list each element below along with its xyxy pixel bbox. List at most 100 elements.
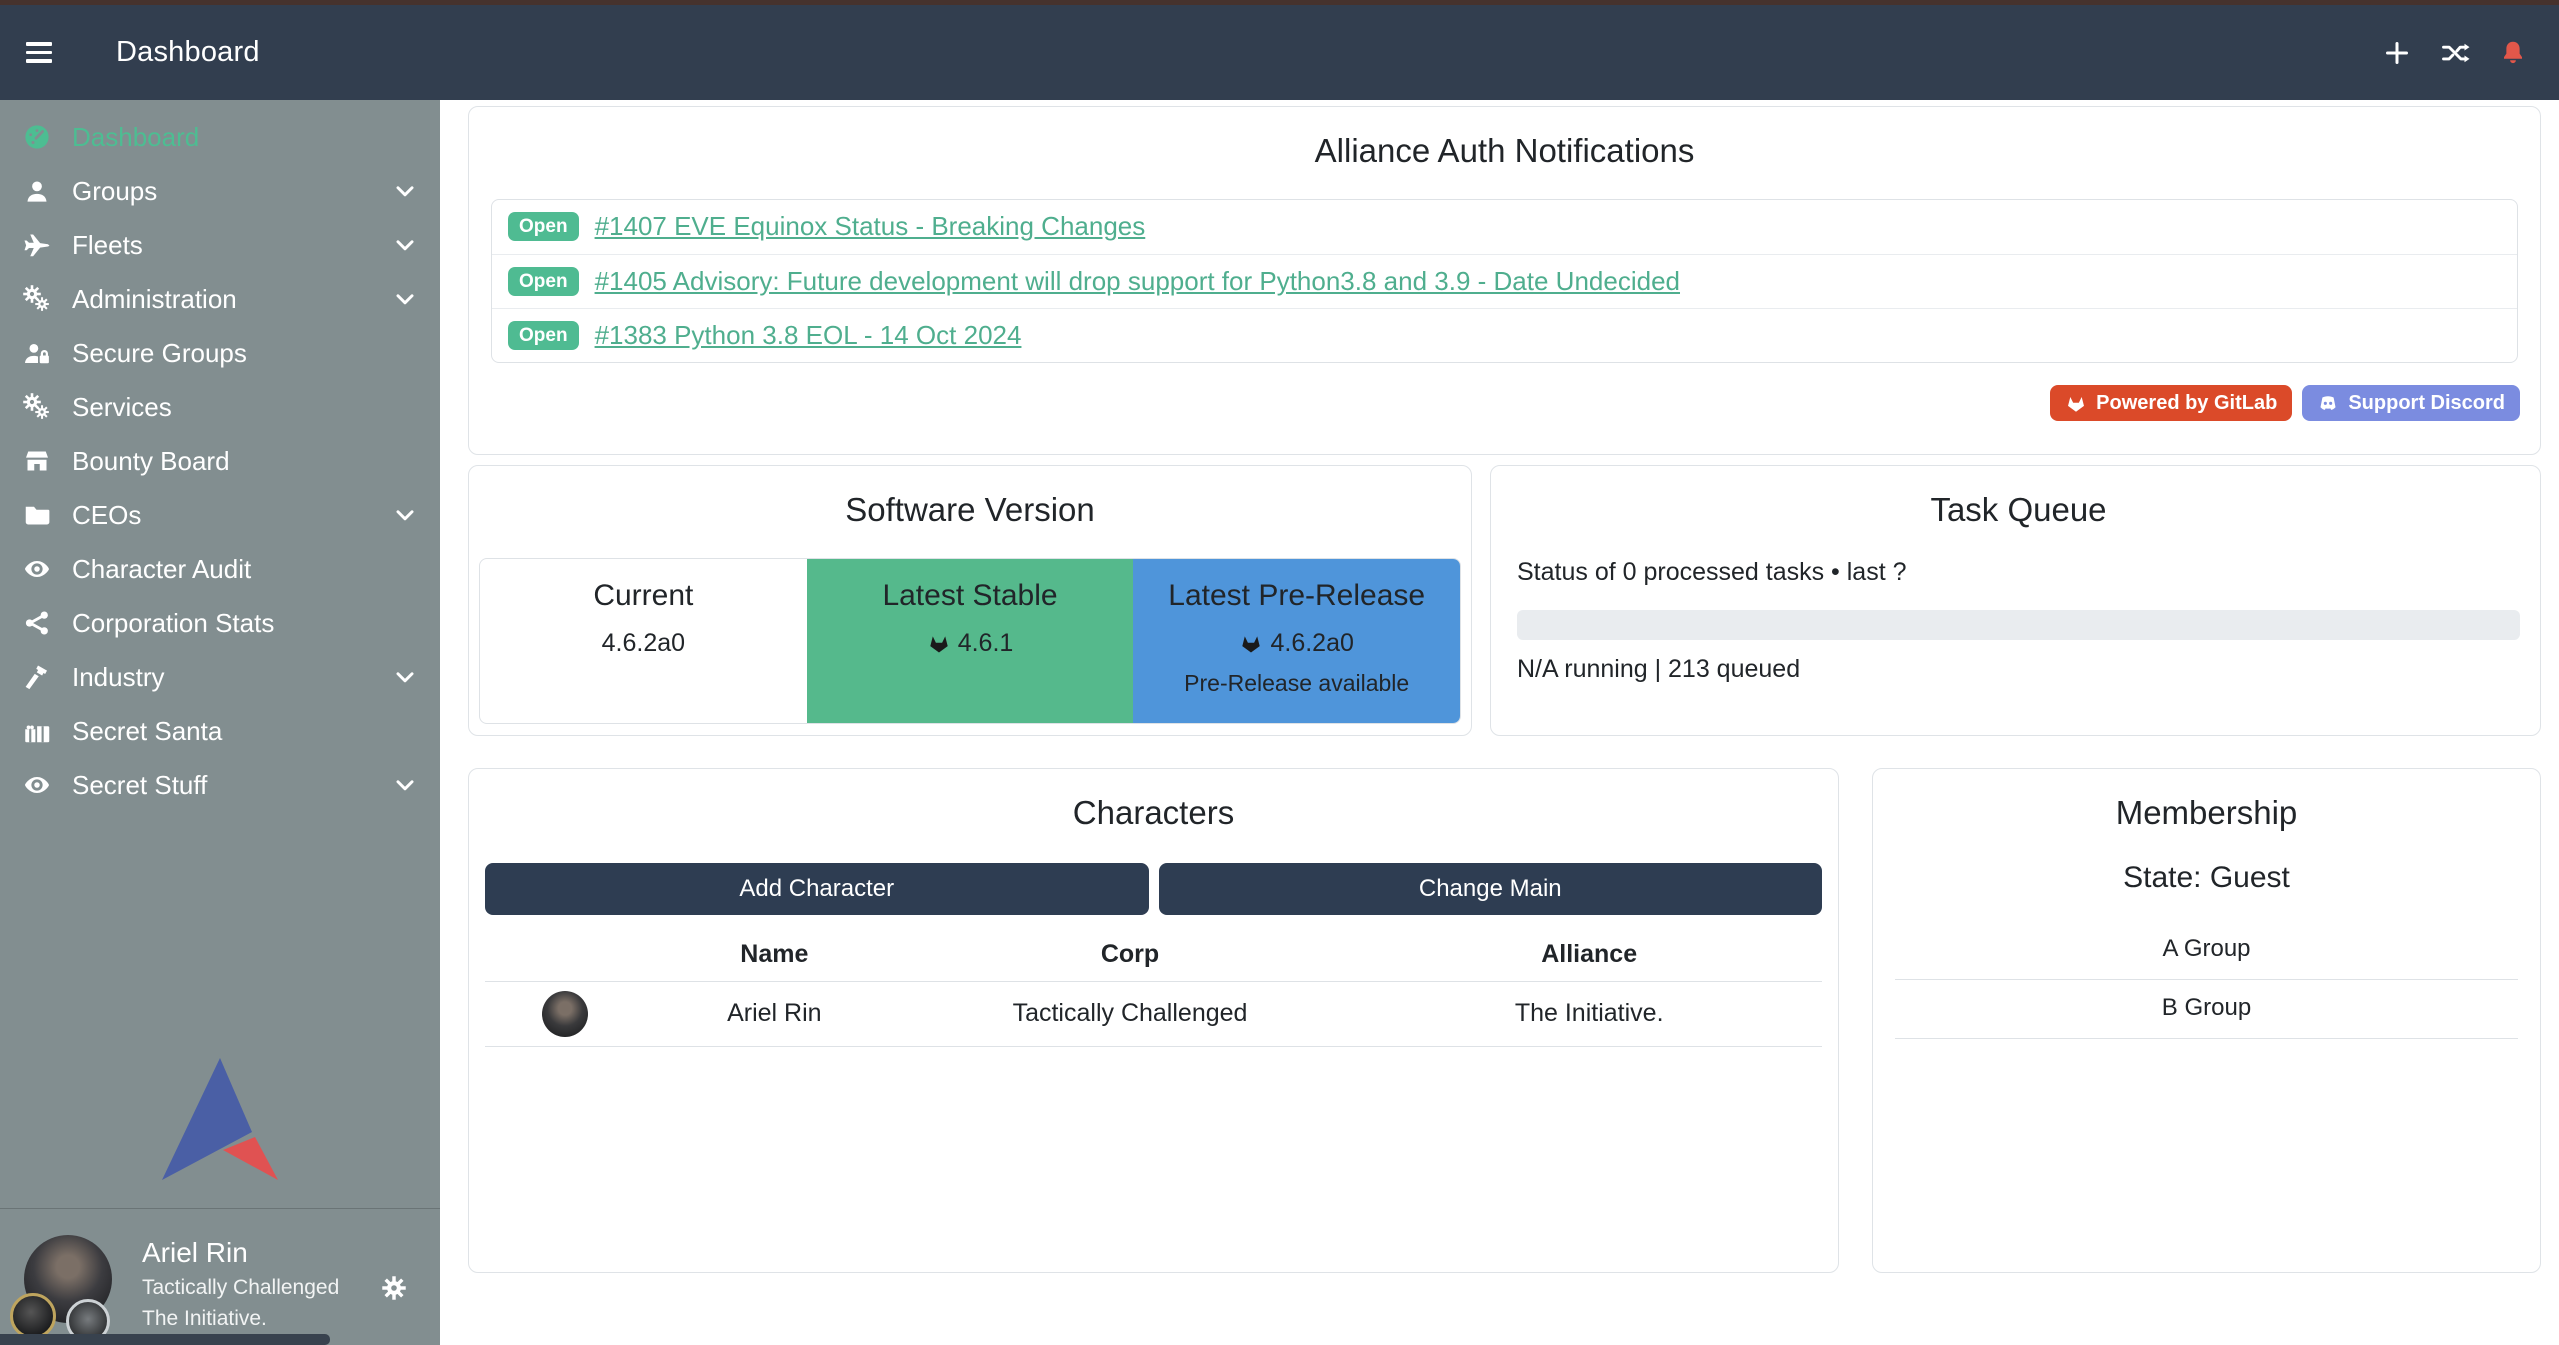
main-content: Alliance Auth Notifications Open #1407 E…	[440, 100, 2559, 1345]
membership-groups: A Group B Group	[1873, 921, 2540, 1039]
characters-title: Characters	[469, 793, 1838, 833]
column-corp: Corp	[904, 940, 1357, 969]
chevron-down-icon	[392, 286, 418, 312]
latest-prerelease-value[interactable]: 4.6.2a0	[1270, 629, 1353, 658]
membership-state: State: Guest	[1873, 861, 2540, 895]
latest-stable-cell: Latest Stable 4.6.1	[807, 559, 1134, 723]
sidebar-item-bounty-board[interactable]: Bounty Board	[0, 434, 440, 488]
membership-panel: Membership State: Guest A Group B Group	[1872, 768, 2541, 1273]
support-discord-badge[interactable]: Support Discord	[2302, 385, 2520, 421]
powered-by-gitlab-badge[interactable]: Powered by GitLab	[2050, 385, 2292, 421]
alliance-auth-logo	[160, 1056, 280, 1182]
chevron-down-icon	[392, 178, 418, 204]
gauge-icon	[20, 122, 54, 152]
sidebar-item-industry[interactable]: Industry	[0, 650, 440, 704]
gitlab-icon	[927, 631, 951, 655]
chevron-down-icon	[392, 772, 418, 798]
status-badge: Open	[508, 212, 579, 241]
character-row: Ariel Rin Tactically Challenged The Init…	[485, 981, 1822, 1047]
current-version-cell: Current 4.6.2a0	[480, 559, 807, 723]
characters-panel: Characters Add Character Change Main Nam…	[468, 768, 1839, 1273]
task-queue-progress-bar	[1517, 610, 2520, 640]
latest-stable-value[interactable]: 4.6.1	[958, 629, 1014, 658]
notification-link[interactable]: #1383 Python 3.8 EOL - 14 Oct 2024	[595, 320, 1022, 351]
hamburger-menu-icon[interactable]	[26, 42, 52, 63]
user-corp: Tactically Challenged	[142, 1276, 339, 1300]
character-alliance: The Initiative.	[1356, 999, 1822, 1028]
user-settings-gear-icon[interactable]	[378, 1272, 410, 1309]
software-version-panel: Software Version Current 4.6.2a0 Latest …	[468, 465, 1472, 736]
sidebar-item-services[interactable]: Services	[0, 380, 440, 434]
sidebar-item-secret-stuff[interactable]: Secret Stuff	[0, 758, 440, 812]
task-queue-status-line: Status of 0 processed tasks • last ?	[1517, 558, 2520, 587]
alliance-auth-dashboard: Dashboard Dashboard Groups Flee	[0, 0, 2559, 1345]
task-queue-title: Task Queue	[1517, 490, 2520, 530]
notification-item: Open #1407 EVE Equinox Status - Breaking…	[492, 200, 2517, 254]
task-queue-queue-line: N/A running | 213 queued	[1517, 655, 2520, 684]
user-avatar	[10, 1235, 128, 1345]
navbar-actions	[2381, 37, 2529, 69]
notification-link[interactable]: #1407 EVE Equinox Status - Breaking Chan…	[595, 211, 1146, 242]
store-icon	[20, 446, 54, 476]
sidebar-item-corporation-stats[interactable]: Corporation Stats	[0, 596, 440, 650]
notifications-title: Alliance Auth Notifications	[469, 131, 2540, 171]
sidebar: Dashboard Groups Fleets Administration	[0, 100, 440, 1345]
software-version-box: Current 4.6.2a0 Latest Stable 4.6.1 Late…	[479, 558, 1461, 724]
sidebar-item-secure-groups[interactable]: Secure Groups	[0, 326, 440, 380]
gears-icon	[20, 284, 54, 314]
change-main-shuffle-icon[interactable]	[2439, 37, 2471, 69]
corp-logo-badge	[10, 1293, 56, 1339]
sidebar-item-ceos[interactable]: CEOs	[0, 488, 440, 542]
chevron-down-icon	[392, 664, 418, 690]
discord-icon	[2317, 392, 2339, 414]
eye-icon	[20, 554, 54, 584]
software-version-title: Software Version	[469, 490, 1471, 530]
share-nodes-icon	[20, 608, 54, 638]
current-version-value: 4.6.2a0	[480, 629, 807, 658]
sidebar-item-secret-santa[interactable]: Secret Santa	[0, 704, 440, 758]
character-name: Ariel Rin	[645, 999, 904, 1028]
sidebar-item-dashboard[interactable]: Dashboard	[0, 110, 440, 164]
status-badge: Open	[508, 267, 579, 296]
user-icon	[20, 176, 54, 206]
page-title: Dashboard	[116, 36, 260, 69]
add-character-icon[interactable]	[2381, 37, 2413, 69]
top-navbar: Dashboard	[0, 5, 2559, 100]
user-name: Ariel Rin	[142, 1237, 339, 1269]
sidebar-nav: Dashboard Groups Fleets Administration	[0, 100, 440, 812]
status-badge: Open	[508, 321, 579, 350]
hammer-icon	[20, 662, 54, 692]
prerelease-note: Pre-Release available	[1133, 670, 1460, 697]
notifications-footer-badges: Powered by GitLab Support Discord	[489, 385, 2520, 421]
notifications-bell-icon[interactable]	[2497, 37, 2529, 69]
notification-item: Open #1383 Python 3.8 EOL - 14 Oct 2024	[492, 308, 2517, 362]
sidebar-user-panel: Ariel Rin Tactically Challenged The Init…	[0, 1208, 440, 1345]
sidebar-item-administration[interactable]: Administration	[0, 272, 440, 326]
group-item: B Group	[1895, 980, 2518, 1039]
character-corp: Tactically Challenged	[904, 999, 1357, 1028]
chevron-down-icon	[392, 502, 418, 528]
eye-icon	[20, 770, 54, 800]
column-alliance: Alliance	[1356, 940, 1822, 969]
sidebar-item-fleets[interactable]: Fleets	[0, 218, 440, 272]
user-lock-icon	[20, 338, 54, 368]
sidebar-item-groups[interactable]: Groups	[0, 164, 440, 218]
alliance-auth-notifications-panel: Alliance Auth Notifications Open #1407 E…	[468, 106, 2541, 455]
task-queue-panel: Task Queue Status of 0 processed tasks •…	[1490, 465, 2541, 736]
characters-table-header: Name Corp Alliance	[485, 929, 1822, 981]
add-character-button[interactable]: Add Character	[485, 863, 1149, 915]
gears-icon	[20, 392, 54, 422]
membership-title: Membership	[1873, 793, 2540, 833]
sidebar-item-character-audit[interactable]: Character Audit	[0, 542, 440, 596]
notifications-list: Open #1407 EVE Equinox Status - Breaking…	[491, 199, 2518, 363]
latest-prerelease-cell: Latest Pre-Release 4.6.2a0 Pre-Release a…	[1133, 559, 1460, 723]
notification-link[interactable]: #1405 Advisory: Future development will …	[595, 266, 1680, 297]
user-info: Ariel Rin Tactically Challenged The Init…	[142, 1237, 339, 1331]
character-row-avatar	[542, 991, 588, 1037]
folder-icon	[20, 500, 54, 530]
chevron-down-icon	[392, 232, 418, 258]
characters-table: Name Corp Alliance Ariel Rin Tactically …	[485, 929, 1822, 1047]
user-alliance: The Initiative.	[142, 1307, 339, 1331]
change-main-button[interactable]: Change Main	[1159, 863, 1823, 915]
horizontal-scrollbar-thumb[interactable]	[0, 1334, 330, 1345]
